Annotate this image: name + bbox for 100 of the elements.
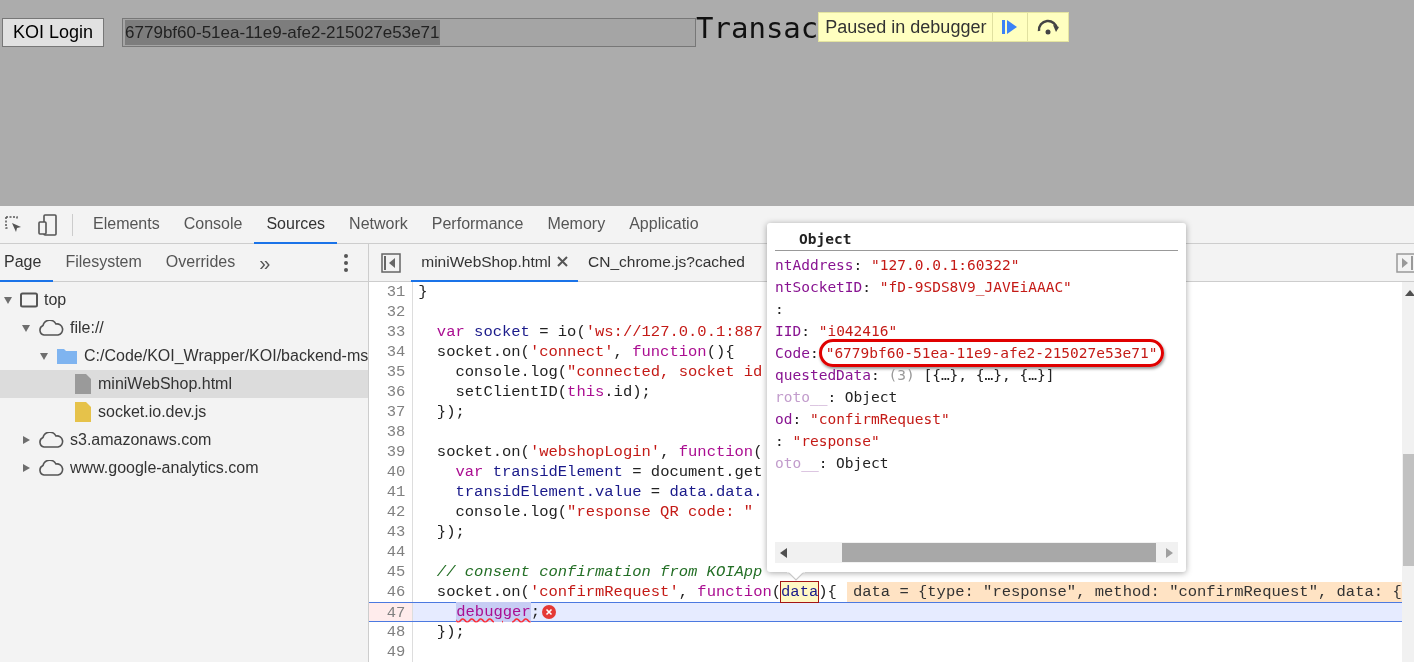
devtools-tab[interactable]: Applicatio — [617, 205, 711, 244]
code-token: = document.get — [631, 462, 763, 482]
device-icon[interactable] — [38, 213, 58, 236]
code-token: = io( — [538, 322, 586, 342]
code-token: IID — [775, 322, 802, 341]
tree-item[interactable]: s3.amazonaws.com — [0, 426, 369, 454]
code-token: ( — [771, 582, 782, 602]
tree-label: C:/Code/KOI_Wrapper/KOI/backend-ms — [84, 346, 369, 366]
toggle-debugger-icon[interactable] — [1395, 252, 1414, 273]
tree-item[interactable]: socket.io.dev.js — [0, 398, 369, 426]
devtools-tab[interactable]: Memory — [535, 205, 618, 244]
selected-code: debugger — [456, 602, 531, 622]
devtools-tab[interactable]: Network — [337, 205, 420, 244]
close-icon[interactable] — [557, 256, 569, 267]
tree-label: file:// — [70, 318, 104, 338]
code-token: setClientID( — [454, 382, 568, 402]
code-token: 'connect' — [529, 342, 614, 362]
devtools-tab[interactable]: Console — [171, 205, 255, 244]
code-token: : Object — [818, 454, 889, 471]
folder-icon — [56, 347, 78, 365]
sidebar-tab[interactable]: Overrides — [153, 243, 248, 282]
devtools-tab[interactable]: Performance — [419, 205, 536, 244]
code-token: "response QR code: " — [567, 502, 754, 522]
expanded-arrow-icon[interactable] — [39, 351, 49, 361]
code-token: data.data. — [669, 482, 763, 502]
hovered-variable: data — [781, 582, 819, 602]
code-token: .id); — [604, 382, 651, 402]
devtools-tab[interactable]: Elements — [81, 205, 172, 244]
expanded-arrow-icon[interactable] — [21, 323, 31, 333]
code-token: ntSocketID — [775, 278, 863, 297]
scrollbar-thumb[interactable] — [1402, 454, 1414, 566]
line-number: 41 — [369, 482, 414, 502]
scroll-left-icon[interactable] — [780, 547, 787, 558]
tree-item[interactable]: www.google-analytics.com — [0, 454, 369, 482]
code-token: ){ — [818, 582, 837, 602]
code-token: console.log( — [454, 502, 568, 522]
code-token: ( — [753, 442, 763, 462]
tree-item[interactable]: miniWebShop.html — [0, 370, 369, 398]
expanded-arrow-icon[interactable] — [3, 295, 13, 305]
code-token: var — [454, 462, 484, 482]
collapsed-arrow-icon[interactable] — [21, 435, 31, 445]
login-button[interactable]: KOI Login — [2, 18, 105, 47]
code-token: : — [775, 432, 785, 451]
code-token: }); — [435, 622, 465, 642]
code-token: od — [775, 410, 793, 429]
tree-label: s3.amazonaws.com — [70, 430, 212, 450]
circled-value: "6779bf60-51ea-11e9-afe2-215027e53e71" — [818, 339, 1165, 367]
more-options-icon[interactable] — [344, 253, 349, 272]
step-over-icon[interactable] — [1036, 19, 1061, 35]
horizontal-scrollbar[interactable] — [775, 542, 1178, 563]
code-token: // consent confirmation from KOIApp — [435, 562, 763, 582]
code-token: (3) — [888, 366, 915, 385]
code-token: roto__ — [775, 388, 828, 408]
code-token: , — [678, 582, 690, 602]
transaction-field[interactable]: 6779bf60-51ea-11e9-afe2-215027e53e71 — [122, 18, 697, 47]
cloud-icon — [38, 320, 64, 336]
collapsed-arrow-icon[interactable] — [21, 463, 31, 473]
tree-item[interactable]: top — [0, 286, 369, 314]
cloud-icon — [38, 432, 64, 448]
more-tabs-button[interactable]: » — [247, 247, 283, 278]
code-token: : — [801, 322, 811, 341]
frame-icon — [20, 292, 38, 308]
tree-label: www.google-analytics.com — [70, 458, 259, 478]
code-token: "i042416" — [818, 322, 898, 341]
code-token: 'ws://127.0.0.1:887 — [585, 322, 763, 342]
file-tab[interactable]: miniWebShop.html — [411, 243, 579, 282]
line-number: 32 — [369, 302, 414, 322]
tree-item[interactable]: C:/Code/KOI_Wrapper/KOI/backend-ms — [0, 342, 369, 370]
sidebar-tab[interactable]: Filesystem — [53, 243, 154, 282]
line-number: 39 — [369, 442, 414, 462]
toggle-sidebar-icon[interactable] — [381, 252, 402, 273]
code-token: : — [853, 256, 864, 275]
popover-title: Object — [799, 231, 852, 247]
code-token: socket — [473, 322, 530, 342]
code-token: : Object — [827, 388, 898, 405]
line-number: 45 — [369, 562, 414, 582]
code-token: "response" — [792, 432, 880, 451]
file-tab[interactable]: CN_chrome.js?cached — [578, 243, 755, 282]
code-token: this — [567, 382, 605, 402]
line-number: 36 — [369, 382, 414, 402]
line-number: 49 — [369, 642, 414, 662]
vertical-scrollbar[interactable] — [1401, 282, 1414, 662]
scroll-up-icon[interactable] — [1404, 290, 1414, 296]
code-token: oto__ — [775, 454, 819, 474]
inline-value: data = {type: "response", method: "confirmRequest", data: { — [846, 582, 1402, 602]
tree-item[interactable]: file:// — [0, 314, 369, 342]
code-token: , — [660, 442, 671, 462]
code-token: transidElement — [491, 462, 623, 482]
code-token: console.log( — [454, 362, 568, 382]
tree-label: miniWebShop.html — [98, 374, 232, 394]
code-token: [{…}, {…}, {…}] — [922, 366, 1055, 385]
line-number: 31 — [369, 282, 414, 302]
line-number: 40 — [369, 462, 414, 482]
line-number: 48 — [369, 622, 414, 642]
cloud-icon — [38, 460, 64, 476]
line-number: 44 — [369, 542, 414, 562]
sidebar-tab[interactable]: Page — [0, 243, 54, 282]
code-token: "confirmRequest" — [809, 410, 950, 429]
scrollbar-thumb[interactable] — [842, 543, 1156, 562]
code-token: function — [678, 442, 754, 462]
